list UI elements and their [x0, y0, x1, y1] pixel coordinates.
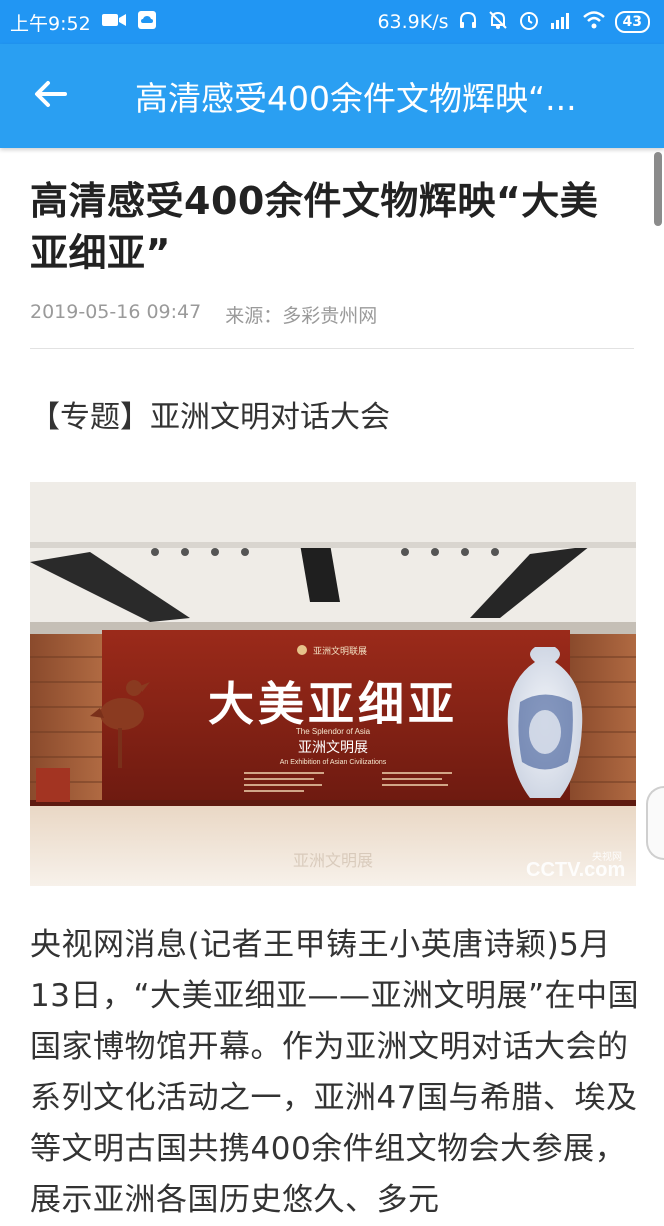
divider [30, 348, 634, 349]
subtitle-en: The Splendor of Asia [296, 727, 371, 736]
exhibition-photo-illustration: 亚洲文明联展 大美亚细亚 The Splendor of Asia 亚洲文明展 … [30, 482, 636, 886]
cctv-watermark-cn: 央视网 [592, 850, 622, 863]
cloud-icon [137, 10, 157, 35]
wifi-icon [582, 10, 606, 35]
subtitle-cn: 亚洲文明展 [298, 740, 368, 756]
article-title: 高清感受400余件文物辉映“大美亚细亚” [30, 179, 599, 275]
alarm-icon [518, 9, 540, 36]
topic-link[interactable]: 【专题】亚洲文明对话大会 [30, 392, 634, 436]
status-time: 上午9:52 [10, 12, 91, 35]
article-meta: 2019-05-16 09:47 来源：多彩贵州网 [30, 301, 634, 328]
article-photo[interactable]: 亚洲文明联展 大美亚细亚 The Splendor of Asia 亚洲文明展 … [30, 482, 636, 886]
app-bar: 高清感受400余件文物辉映“... [0, 44, 664, 148]
video-camera-icon [101, 11, 127, 34]
headphone-icon [458, 10, 478, 35]
article-paragraph: 央视网消息(记者王甲铸王小英唐诗颖)5月13日，“大美亚细亚——亚洲文明展”在中… [30, 927, 640, 1218]
app-bar-title: 高清感受400余件文物辉映“... [135, 79, 577, 118]
article-date: 2019-05-16 09:47 [30, 301, 202, 323]
floor-reflection: 亚洲文明展 [293, 851, 373, 870]
article-source: 来源：多彩贵州网 [225, 305, 378, 327]
arrow-left-icon [33, 79, 67, 113]
signal-icon [549, 11, 573, 34]
logo-text: 亚洲文明联展 [313, 645, 367, 656]
scrollbar[interactable] [654, 152, 662, 226]
back-button[interactable] [0, 44, 100, 148]
side-drawer-handle[interactable] [646, 786, 664, 860]
status-bar: 上午9:52 63.9K/s 43 [0, 0, 664, 44]
article: 高清感受400余件文物辉映“大美亚细亚” 2019-05-16 09:47 来源… [30, 148, 639, 1226]
battery-level: 43 [622, 14, 642, 30]
exhibition-calligraphy: 大美亚细亚 [208, 677, 458, 731]
mute-icon [487, 9, 509, 36]
net-speed: 63.9K/s [377, 11, 449, 33]
battery-icon: 43 [614, 11, 650, 33]
subtitle-en2: An Exhibition of Asian Civilizations [280, 759, 387, 766]
